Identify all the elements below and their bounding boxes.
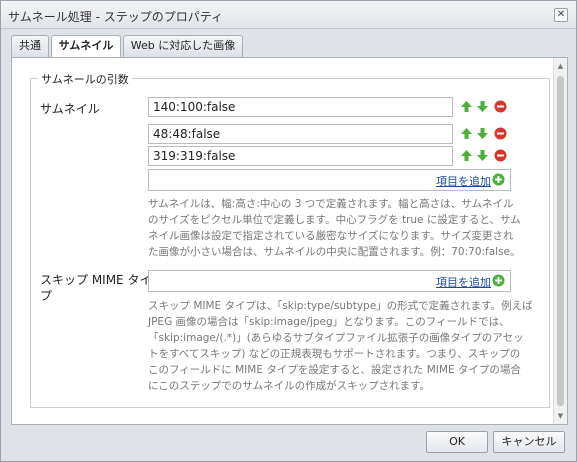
thumbnail-value-input-1[interactable]: 140:100:false: [148, 97, 453, 117]
remove-icon[interactable]: [494, 127, 507, 140]
vertical-scrollbar[interactable]: ▲ ▼: [553, 58, 567, 424]
skip-mime-label-line-2: プ: [40, 289, 53, 303]
dialog-titlebar: サムネール処理 - ステップのプロパティ ✕: [1, 1, 576, 29]
remove-icon[interactable]: [494, 100, 507, 113]
move-up-icon[interactable]: [460, 149, 473, 162]
skip-mime-label-line-1: スキップ MIME タイ: [40, 273, 152, 287]
tab-thumbnail[interactable]: サムネイル: [51, 35, 121, 58]
thumbnail-label: サムネイル: [40, 102, 100, 116]
thumbnail-add-item-link[interactable]: 項目を追加: [436, 173, 491, 189]
thumbnail-help-line-2: のサイズをピクセル単位で定義します。中心フラグを true に設定すると、サム: [148, 214, 521, 226]
fieldset-legend: サムネールの引数: [38, 71, 132, 87]
dialog-title: サムネール処理 - ステップのプロパティ: [8, 10, 224, 24]
move-down-icon[interactable]: [476, 149, 489, 162]
thumbnail-value-input-3[interactable]: 319:319:false: [148, 146, 453, 166]
close-icon: ✕: [556, 9, 566, 20]
tab-common[interactable]: 共通: [11, 35, 49, 57]
move-down-icon[interactable]: [476, 127, 489, 140]
close-button[interactable]: ✕: [554, 8, 568, 22]
thumbnail-help-line-3: ネイル画像は設定で指定されている厳密なサイズになります。サイズ変更され: [148, 230, 514, 242]
remove-icon[interactable]: [494, 149, 507, 162]
skip-mime-add-item-link[interactable]: 項目を追加: [436, 274, 491, 290]
cancel-button[interactable]: キャンセル: [493, 431, 565, 453]
skip-mime-help-line-4: トをすべてスキップ) などの正規表現もサポートされます。つまり、スキップの: [148, 348, 521, 360]
thumbnail-help-line-4: た画像が小さい場合は、サムネイルの中央に配置されます。例：70:70:false…: [148, 246, 521, 258]
skip-mime-help-line-5: このフィールドに MIME タイプを設定すると、設定された MIME タイプの場…: [148, 364, 521, 376]
tab-panel: サムネールの引数 サムネイル 140:100:false 48:48:false…: [11, 57, 568, 425]
scroll-thumb[interactable]: [557, 76, 564, 406]
skip-mime-help-line-6: にこのステップでのサムネイルの作成がスキップされます。: [148, 380, 431, 392]
move-down-icon[interactable]: [476, 100, 489, 113]
add-icon[interactable]: [492, 274, 505, 287]
move-up-icon[interactable]: [460, 100, 473, 113]
skip-mime-help-line-2: JPEG 画像の場合は「skip:image/jpeg」となります。このフィール…: [148, 316, 510, 328]
scroll-down-icon[interactable]: ▼: [556, 411, 565, 421]
move-up-icon[interactable]: [460, 127, 473, 140]
properties-dialog: サムネール処理 - ステップのプロパティ ✕ 共通 サムネイル Web に対応し…: [0, 0, 577, 462]
tab-web-image[interactable]: Web に対応した画像: [123, 35, 243, 57]
thumbnail-value-input-2[interactable]: 48:48:false: [148, 124, 453, 144]
skip-mime-help-line-1: スキップ MIME タイプは、「skip:type/subtype」の形式で定義…: [148, 300, 533, 312]
skip-mime-help-line-3: 「skip:image/(.*)」(あらゆるサブタイプファイル拡張子の画像タイプ…: [148, 332, 524, 344]
scroll-up-icon[interactable]: ▲: [556, 61, 565, 71]
thumbnail-help-line-1: サムネイルは、幅:高さ:中心の 3 つで定義されます。幅と高さは、サムネイル: [148, 198, 514, 210]
add-icon[interactable]: [492, 173, 505, 186]
ok-button[interactable]: OK: [426, 431, 488, 453]
